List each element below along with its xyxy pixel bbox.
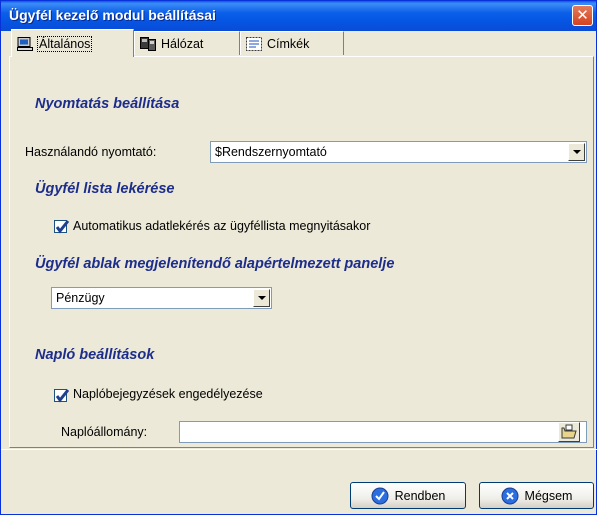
default-panel-select[interactable]: Pénzügy <box>51 287 272 309</box>
browse-file-button[interactable] <box>558 422 580 442</box>
tab-altalanos[interactable]: Általános <box>11 29 134 57</box>
folder-open-icon <box>561 424 577 439</box>
tab-cimkek[interactable]: Címkék <box>240 31 344 55</box>
log-enable-checkbox[interactable] <box>54 389 70 403</box>
tab-label: Hálózat <box>161 36 204 51</box>
settings-dialog: Ügyfél kezelő modul beállításai ✕ Általá… <box>0 0 597 515</box>
printer-select[interactable]: $Rendszernyomtató <box>210 141 587 163</box>
checkmark-circle-icon <box>371 487 389 504</box>
chevron-down-icon[interactable] <box>568 143 585 161</box>
title-bar[interactable]: Ügyfél kezelő modul beállításai ✕ <box>1 1 596 31</box>
footer-separator <box>1 449 597 450</box>
cancel-button[interactable]: Mégsem <box>479 482 594 509</box>
auto-fetch-label[interactable]: Automatikus adatlekérés az ügyféllista m… <box>73 219 370 233</box>
printer-label: Használandó nyomtató: <box>25 145 157 159</box>
auto-fetch-checkbox[interactable] <box>54 220 70 234</box>
cancel-circle-icon <box>501 487 519 504</box>
ok-button-label: Rendben <box>394 488 446 503</box>
chevron-down-icon[interactable] <box>253 289 270 307</box>
list-section-heading: Ügyfél lista lekérése <box>35 181 175 197</box>
checkmark-icon <box>55 389 70 403</box>
close-icon: ✕ <box>576 6 589 24</box>
log-file-label: Naplóállomány: <box>61 425 148 439</box>
checkmark-icon <box>55 220 70 234</box>
labels-icon <box>246 36 262 51</box>
tab-halozat[interactable]: Hálózat <box>134 31 240 55</box>
ok-button[interactable]: Rendben <box>350 482 466 509</box>
print-section-heading: Nyomtatás beállítása <box>35 96 180 112</box>
log-section-heading: Napló beállítások <box>35 347 155 363</box>
printer-value: $Rendszernyomtató <box>215 145 327 159</box>
computer-icon <box>17 36 33 51</box>
panel-section-heading: Ügyfél ablak megjelenítendő alapértelmez… <box>35 256 395 272</box>
close-button[interactable]: ✕ <box>572 5 593 26</box>
tab-label: Általános <box>36 35 93 52</box>
log-file-input[interactable] <box>179 421 587 443</box>
tab-label: Címkék <box>267 36 310 51</box>
window-title: Ügyfél kezelő modul beállításai <box>9 7 216 23</box>
log-enable-label[interactable]: Naplóbejegyzések engedélyezése <box>73 387 263 401</box>
cancel-button-label: Mégsem <box>524 488 573 503</box>
network-icon <box>140 36 156 51</box>
default-panel-value: Pénzügy <box>56 291 105 305</box>
